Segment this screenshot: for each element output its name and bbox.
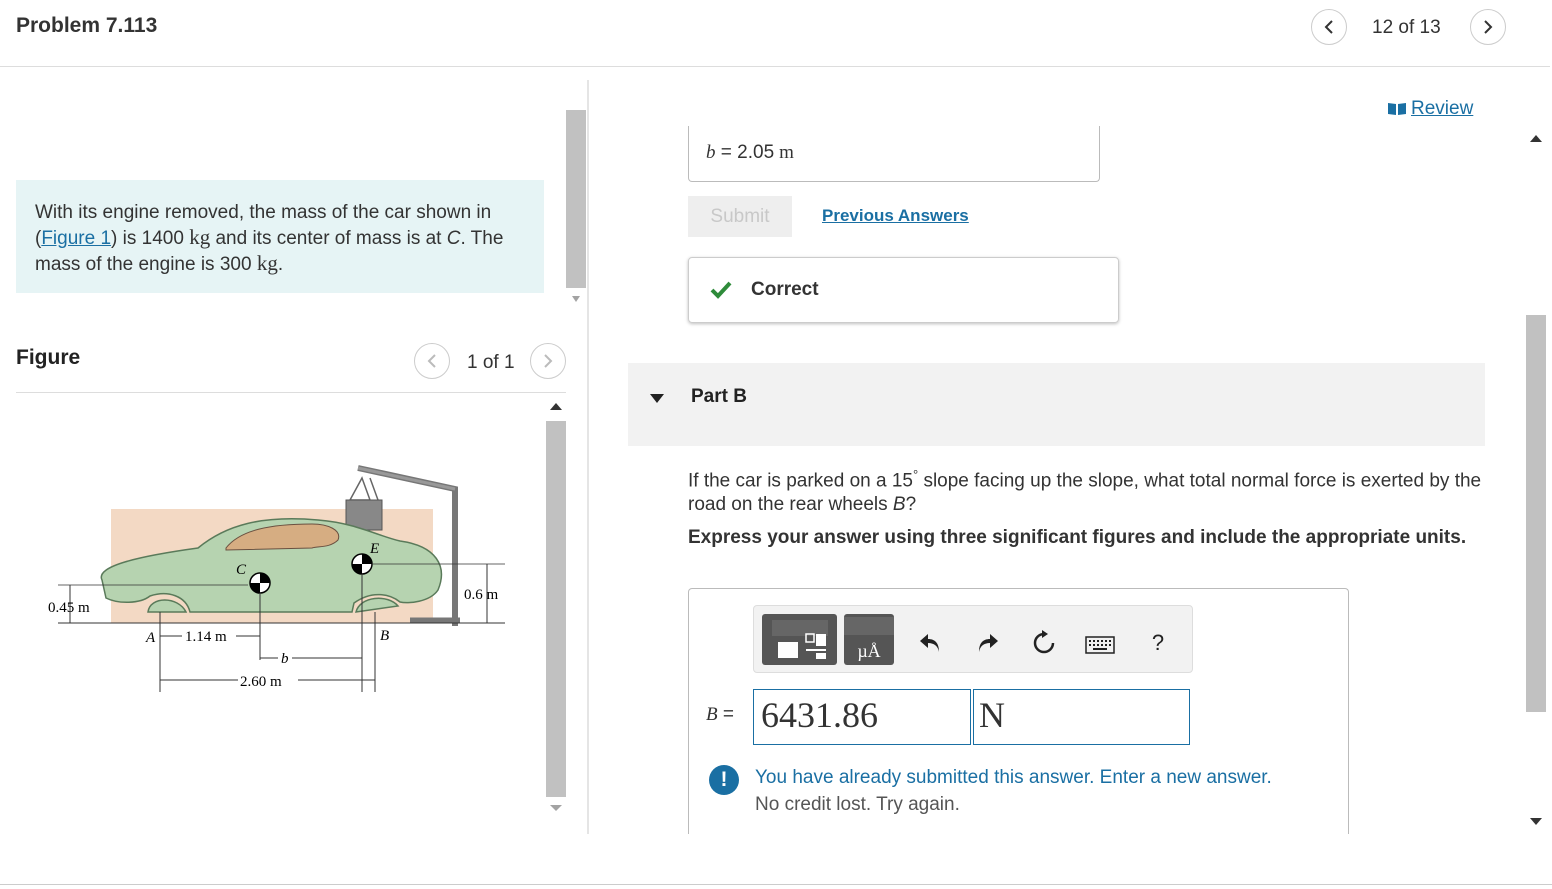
engine-mass-e [351,553,373,575]
part-b-title: Part B [691,386,747,407]
templates-icon [771,619,828,659]
figure-heading: Figure [16,346,81,369]
part-b-question: If the car is parked on a 15° slope faci… [688,467,1482,516]
reset-icon [1033,630,1055,654]
header-divider [0,66,1550,67]
chevron-right-icon [544,354,553,368]
dim-260: 2.60 m [240,674,282,690]
dim-045: 0.45 m [48,600,90,616]
undo-icon [920,634,939,652]
units-icon: µÅ [857,641,881,661]
figure-scrollbar[interactable] [544,397,568,822]
submit-button[interactable]: Submit [688,196,792,237]
chevron-left-icon [1324,20,1333,34]
answer-label: B = [706,704,734,725]
help-icon: ? [1151,630,1165,655]
chevron-left-icon [427,354,436,368]
keyboard-button[interactable] [1082,630,1118,660]
page-title: Problem 7.113 [16,14,158,37]
units-button[interactable]: µÅ [844,614,894,665]
footer-divider [0,884,1552,885]
car-figure: C E 0.45 m 0.6 m A B 1.14 m b 2.60 m [48,465,505,692]
part-b-instructions: Express your answer using three signific… [688,527,1467,548]
undo-button[interactable] [912,628,948,658]
checkmark-icon [710,281,732,299]
chevron-right-icon [1484,20,1493,34]
triangle-down-icon [650,394,664,403]
help-button[interactable]: ? [1143,628,1173,658]
label-c: C [236,562,247,578]
next-problem-button[interactable] [1470,9,1506,45]
redo-button[interactable] [970,628,1006,658]
right-pane-scrollbar[interactable] [1524,128,1548,834]
figure-divider [16,392,566,393]
prev-problem-button[interactable] [1311,9,1347,45]
value-input[interactable]: 6431.86 [753,689,971,745]
center-of-mass-c [249,572,271,594]
reset-button[interactable] [1026,628,1062,658]
exclamation-icon: ! [709,765,739,795]
dim-114: 1.14 m [185,629,227,645]
dim-06: 0.6 m [464,587,499,603]
warning-subtext: No credit lost. Try again. [755,794,960,815]
figure-next-button[interactable] [530,343,566,379]
part-b-header[interactable]: Part B [628,363,1485,446]
book-icon [1388,103,1406,115]
review-link[interactable]: Review [1387,98,1473,120]
previous-answers-link[interactable]: Previous Answers [822,206,969,226]
templates-button[interactable] [762,614,837,665]
problem-counter: 12 of 13 [1372,17,1441,38]
label-a: A [145,630,156,646]
part-a-value: 2.05 [737,142,775,163]
unit-input[interactable]: N [973,689,1190,745]
part-a-answer-box: b = 2.05 m [688,126,1100,182]
figure-link[interactable]: Figure 1 [41,228,111,249]
dim-b: b [281,651,289,667]
label-e: E [369,541,379,557]
warning-message: You have already submitted this answer. … [755,767,1272,788]
pane-divider [587,80,589,834]
left-pane-scrollbar[interactable] [564,70,588,314]
redo-icon [979,634,998,652]
label-b: B [380,628,389,644]
figure-prev-button[interactable] [414,343,450,379]
keyboard-icon [1085,636,1115,654]
correct-feedback: Correct [688,257,1119,323]
figure-pager: 1 of 1 [467,352,515,373]
problem-statement: With its engine removed, the mass of the… [16,180,544,293]
